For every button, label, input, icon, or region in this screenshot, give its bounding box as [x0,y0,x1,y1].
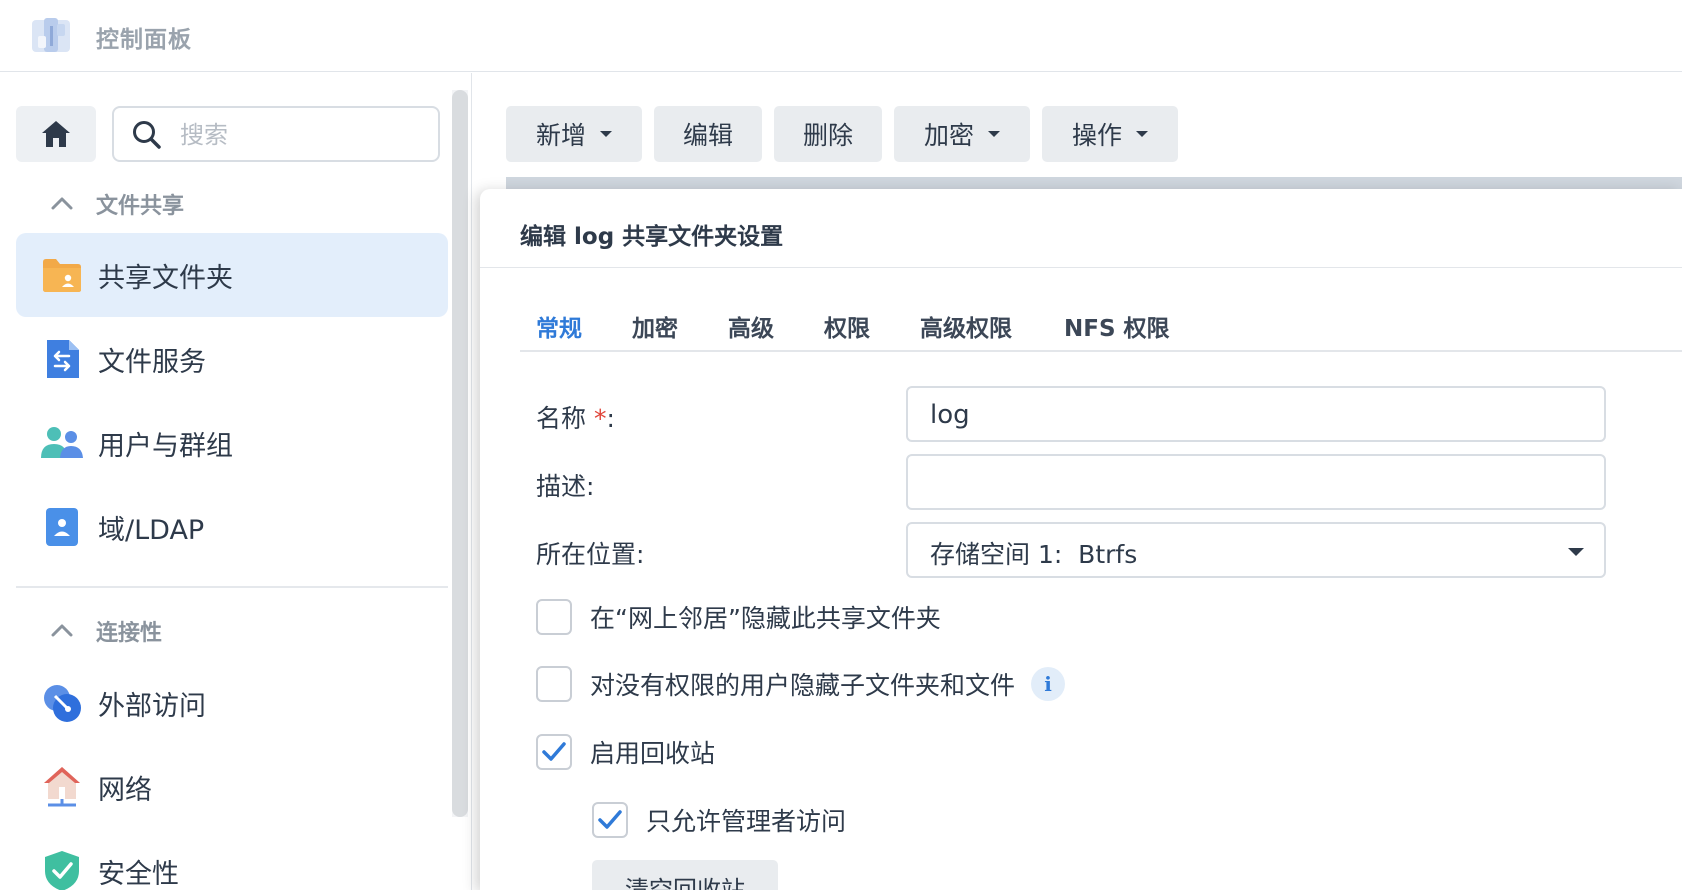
enable-recycle-bin-checkbox[interactable] [536,734,572,770]
description-input[interactable] [930,465,1580,501]
empty-recycle-bin-button[interactable]: 清空回收站 [592,860,778,890]
sidebar-scrollbar-thumb[interactable] [452,90,468,817]
external-access-icon [40,681,84,725]
edit-label: 编辑 [682,121,733,150]
description-label: 描述: [536,472,595,501]
location-label: 所在位置: [536,540,645,569]
home-icon [42,121,70,147]
create-button[interactable]: 新增 [506,106,642,162]
sidebar-item-file-services[interactable]: 文件服务 [16,317,448,401]
caret-down-icon [988,131,1000,137]
section-header-file-sharing[interactable]: 文件共享 [48,188,184,220]
tab-general[interactable]: 常规 [536,309,582,343]
sidebar-item-label: 网络 [98,774,152,806]
admin-only-checkbox[interactable] [592,802,628,838]
checkmark-icon [598,810,622,829]
title-bar: 控制面板 [0,0,1682,72]
domain-ldap-icon [40,505,84,549]
empty-recycle-bin-label: 清空回收站 [625,876,745,890]
checkmark-icon [542,742,566,761]
caret-down-icon [1136,131,1148,137]
name-label-colon: : [606,404,615,433]
sidebar-item-label: 安全性 [98,858,179,890]
sidebar-divider [16,586,448,588]
dialog-title-separator [480,267,1682,268]
sidebar-item-network[interactable]: 网络 [16,745,448,829]
users-groups-icon [40,421,84,465]
control-panel-icon [32,18,70,52]
home-button[interactable] [16,106,96,162]
sidebar-item-label: 域/LDAP [98,514,205,546]
description-field[interactable] [906,454,1606,510]
hide-subfolders-row[interactable]: 对没有权限的用户隐藏子文件夹和文件 i [536,666,1066,702]
dialog-tabs: 常规 加密 高级 权限 高级权限 NFS 权限 [520,309,1682,352]
location-value: 存储空间 1: Btrfs [930,540,1138,569]
required-asterisk: * [593,404,607,433]
enable-recycle-bin-row[interactable]: 启用回收站 [536,734,715,770]
admin-only-row[interactable]: 只允许管理者访问 [592,802,846,838]
dialog-title: 编辑 log 共享文件夹设置 [520,224,784,250]
sidebar-item-label: 文件服务 [98,346,206,378]
chevron-up-icon [51,624,73,637]
chevron-down-icon [1568,548,1584,556]
sidebar-item-label: 外部访问 [98,690,206,722]
sidebar-item-label: 用户与群组 [98,430,233,462]
name-input[interactable] [930,397,1580,433]
delete-button[interactable]: 删除 [774,106,882,162]
tab-advanced[interactable]: 高级 [728,309,774,343]
sidebar-item-security[interactable]: 安全性 [16,829,448,890]
security-shield-icon [40,849,84,890]
hide-in-network-checkbox[interactable] [536,599,572,635]
delete-label: 删除 [802,121,853,150]
app-title: 控制面板 [96,27,192,53]
network-icon [40,765,84,809]
action-button[interactable]: 操作 [1042,106,1178,162]
name-label: 名称 *: [536,399,615,435]
enable-recycle-bin-label: 启用回收站 [590,739,716,768]
hide-subfolders-label: 对没有权限的用户隐藏子文件夹和文件 [590,671,1016,700]
table-header-strip [506,177,1682,189]
encrypt-button[interactable]: 加密 [894,106,1030,162]
caret-down-icon [600,131,612,137]
search-icon [133,121,161,149]
sidebar-item-shared-folder[interactable]: 共享文件夹 [16,233,448,317]
search-box[interactable] [112,106,440,162]
sidebar-item-external-access[interactable]: 外部访问 [16,661,448,745]
tab-advanced-permissions[interactable]: 高级权限 [920,309,1012,343]
tab-nfs-permissions[interactable]: NFS 权限 [1064,309,1170,343]
sidebar-item-label: 共享文件夹 [98,262,233,294]
create-label: 新增 [535,121,586,150]
edit-shared-folder-dialog: 编辑 log 共享文件夹设置 常规 加密 高级 权限 高级权限 NFS 权限 名… [480,189,1682,890]
section-header-connectivity[interactable]: 连接性 [48,615,162,647]
hide-in-network-row[interactable]: 在“网上邻居”隐藏此共享文件夹 [536,599,941,635]
sidebar: 文件共享 共享文件夹 文件服务 [0,73,472,890]
action-label: 操作 [1071,121,1122,150]
section-title: 连接性 [96,621,163,646]
shared-folder-icon [40,253,84,297]
name-label-text: 名称 [536,404,587,433]
location-select[interactable]: 存储空间 1: Btrfs [906,522,1606,578]
file-services-icon [40,337,84,381]
sidebar-item-users-groups[interactable]: 用户与群组 [16,401,448,485]
chevron-up-icon [51,197,73,210]
tab-permissions[interactable]: 权限 [824,309,870,343]
name-field[interactable] [906,386,1606,442]
hide-subfolders-checkbox[interactable] [536,666,572,702]
edit-button[interactable]: 编辑 [654,106,762,162]
tab-encryption[interactable]: 加密 [632,309,678,343]
admin-only-label: 只允许管理者访问 [646,807,847,836]
encrypt-label: 加密 [923,121,974,150]
sidebar-item-domain-ldap[interactable]: 域/LDAP [16,485,448,569]
hide-in-network-label: 在“网上邻居”隐藏此共享文件夹 [590,604,941,633]
info-icon[interactable]: i [1031,667,1066,701]
section-title: 文件共享 [96,194,185,219]
search-input[interactable] [180,117,430,153]
